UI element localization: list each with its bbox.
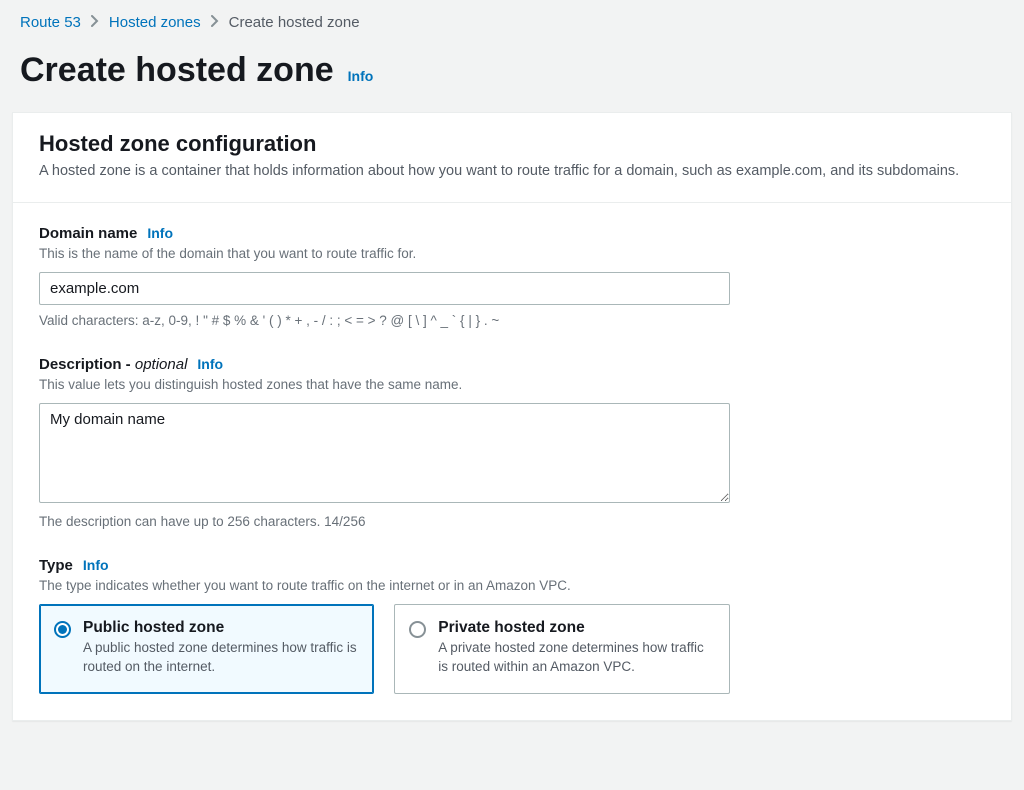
radio-desc: A public hosted zone determines how traf… bbox=[83, 639, 357, 677]
radio-desc: A private hosted zone determines how tra… bbox=[438, 639, 712, 677]
field-type: Type Info The type indicates whether you… bbox=[39, 557, 985, 693]
field-domain-name: Domain name Info This is the name of the… bbox=[39, 225, 985, 330]
description-label: Description - optional bbox=[39, 356, 187, 373]
radio-icon bbox=[409, 621, 426, 638]
description-desc: This value lets you distinguish hosted z… bbox=[39, 375, 985, 395]
config-panel: Hosted zone configuration A hosted zone … bbox=[12, 112, 1012, 721]
description-input[interactable]: My domain name bbox=[39, 403, 730, 503]
radio-public-hosted-zone[interactable]: Public hosted zone A public hosted zone … bbox=[39, 604, 374, 694]
domain-name-hint: Valid characters: a-z, 0-9, ! " # $ % & … bbox=[39, 311, 985, 331]
page-header: Create hosted zone Info bbox=[4, 41, 1020, 112]
domain-name-input[interactable] bbox=[39, 272, 730, 305]
panel-subtitle: A hosted zone is a container that holds … bbox=[39, 161, 985, 182]
panel-body: Domain name Info This is the name of the… bbox=[13, 203, 1011, 720]
panel-header: Hosted zone configuration A hosted zone … bbox=[13, 113, 1011, 203]
radio-icon bbox=[54, 621, 71, 638]
radio-title: Public hosted zone bbox=[83, 619, 357, 637]
radio-title: Private hosted zone bbox=[438, 619, 712, 637]
breadcrumb: Route 53 Hosted zones Create hosted zone bbox=[4, 10, 1020, 41]
radio-private-hosted-zone[interactable]: Private hosted zone A private hosted zon… bbox=[394, 604, 729, 694]
breadcrumb-hosted-zones[interactable]: Hosted zones bbox=[109, 14, 201, 31]
info-link-page[interactable]: Info bbox=[348, 68, 374, 84]
type-radio-group: Public hosted zone A public hosted zone … bbox=[39, 604, 730, 694]
info-link-type[interactable]: Info bbox=[83, 557, 109, 573]
description-hint: The description can have up to 256 chara… bbox=[39, 512, 985, 532]
domain-name-label: Domain name bbox=[39, 225, 137, 242]
breadcrumb-current: Create hosted zone bbox=[229, 14, 360, 31]
info-link-description[interactable]: Info bbox=[197, 356, 223, 372]
chevron-right-icon bbox=[211, 15, 219, 30]
panel-title: Hosted zone configuration bbox=[39, 131, 985, 157]
chevron-right-icon bbox=[91, 15, 99, 30]
type-label: Type bbox=[39, 557, 73, 574]
field-description: Description - optional Info This value l… bbox=[39, 356, 985, 531]
page-title: Create hosted zone bbox=[20, 51, 334, 90]
breadcrumb-root[interactable]: Route 53 bbox=[20, 14, 81, 31]
domain-name-desc: This is the name of the domain that you … bbox=[39, 244, 985, 264]
info-link-domain[interactable]: Info bbox=[147, 225, 173, 241]
type-desc: The type indicates whether you want to r… bbox=[39, 576, 985, 596]
